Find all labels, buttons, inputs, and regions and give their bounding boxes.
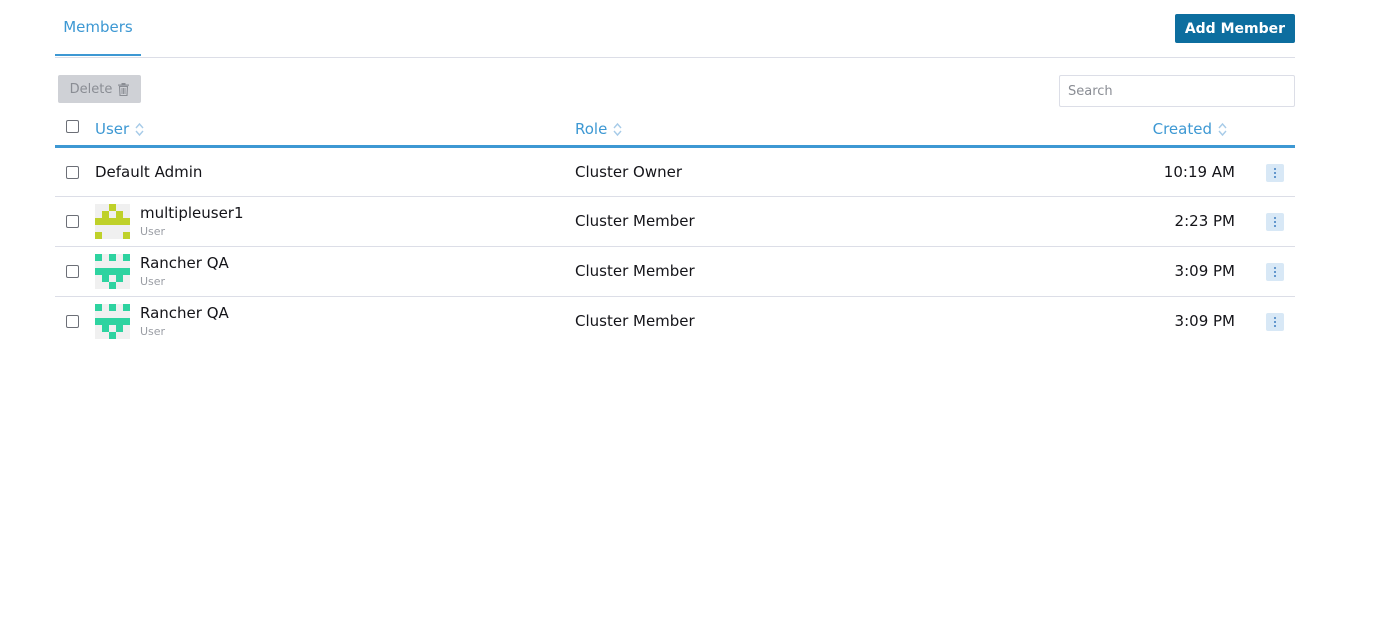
role-cell: Cluster Member	[575, 262, 695, 280]
table-row: Rancher QA User Cluster Member 3:09 PM	[55, 247, 1295, 297]
sort-icon	[613, 122, 622, 136]
role-cell: Cluster Member	[575, 312, 695, 330]
select-all-checkbox[interactable]	[66, 120, 79, 133]
user-type: User	[140, 225, 166, 238]
created-cell: 2:23 PM	[1174, 212, 1235, 230]
row-checkbox[interactable]	[66, 215, 79, 228]
delete-button-label: Delete	[69, 81, 113, 97]
user-cell: Rancher QA User	[140, 254, 229, 292]
row-checkbox[interactable]	[66, 315, 79, 328]
column-header-created-label: Created	[1152, 120, 1212, 138]
user-type: User	[140, 325, 166, 338]
role-cell: Cluster Member	[575, 212, 695, 230]
row-actions-icon[interactable]	[1266, 263, 1284, 281]
tab-bar: Members Add Member	[55, 0, 1295, 58]
created-cell: 3:09 PM	[1174, 312, 1235, 330]
delete-button[interactable]: Delete	[58, 75, 141, 103]
members-panel: Members Add Member Delete User Role	[55, 0, 1295, 346]
avatar	[95, 254, 130, 289]
add-member-button[interactable]: Add Member	[1174, 14, 1295, 43]
row-checkbox[interactable]	[66, 265, 79, 278]
row-actions-icon[interactable]	[1266, 213, 1284, 231]
role-cell: Cluster Owner	[575, 163, 682, 181]
tab-members[interactable]: Members	[55, 0, 141, 56]
table-row: multipleuser1 User Cluster Member 2:23 P…	[55, 197, 1295, 247]
sort-icon	[1218, 122, 1227, 136]
user-cell: Rancher QA User	[140, 304, 229, 342]
avatar	[95, 304, 130, 339]
created-cell: 3:09 PM	[1174, 262, 1235, 280]
column-header-role[interactable]: Role	[575, 120, 622, 138]
created-cell: 10:19 AM	[1163, 163, 1235, 181]
row-checkbox[interactable]	[66, 166, 79, 179]
sort-icon	[135, 122, 144, 136]
user-name: Default Admin	[95, 163, 203, 181]
row-actions-icon[interactable]	[1266, 313, 1284, 331]
user-type: User	[140, 275, 166, 288]
avatar	[95, 204, 130, 239]
table-header: User Role Created	[55, 110, 1295, 148]
user-name: multipleuser1	[140, 204, 244, 222]
table-row: Default Admin Cluster Owner 10:19 AM	[55, 148, 1295, 197]
search-input[interactable]	[1059, 75, 1295, 107]
column-header-user[interactable]: User	[95, 120, 144, 138]
column-header-created[interactable]: Created	[1153, 120, 1227, 138]
table-toolbar: Delete	[55, 58, 1295, 110]
user-cell: multipleuser1 User	[140, 204, 244, 242]
user-name: Rancher QA	[140, 254, 229, 272]
trash-icon	[118, 82, 130, 96]
column-header-role-label: Role	[575, 120, 608, 138]
row-actions-icon[interactable]	[1266, 164, 1284, 182]
user-name: Rancher QA	[140, 304, 229, 322]
column-header-user-label: User	[95, 120, 130, 138]
table-row: Rancher QA User Cluster Member 3:09 PM	[55, 297, 1295, 346]
